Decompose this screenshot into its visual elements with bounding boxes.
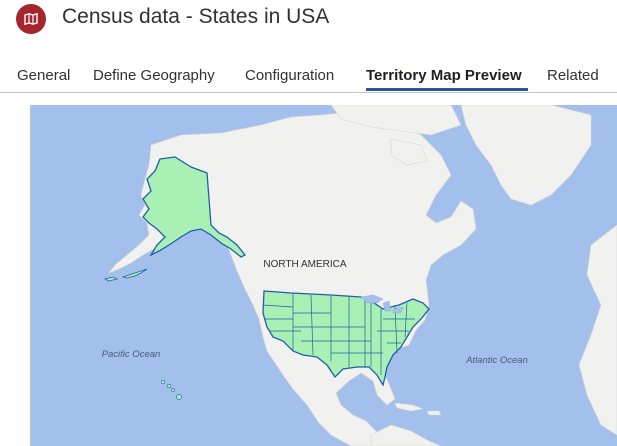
label-pacific-ocean: Pacific Ocean [102, 349, 161, 360]
tab-configuration[interactable]: Configuration [245, 67, 334, 84]
page-header: Census data - States in USA [0, 0, 617, 40]
tab-related[interactable]: Related [547, 67, 599, 84]
tab-bar: General Define Geography Configuration T… [0, 62, 617, 93]
map-frame: NORTH AMERICA Pacific Ocean Atlantic Oce… [17, 105, 617, 446]
tab-general[interactable]: General [17, 67, 70, 84]
label-atlantic-ocean: Atlantic Ocean [465, 355, 528, 366]
frame-left-gutter [17, 105, 31, 446]
page-title: Census data - States in USA [62, 5, 330, 28]
tab-territory-map-preview[interactable]: Territory Map Preview [366, 67, 522, 84]
map-icon [16, 4, 46, 34]
tab-define-geography[interactable]: Define Geography [93, 67, 215, 84]
label-north-america: NORTH AMERICA [263, 259, 346, 270]
territory-map[interactable]: NORTH AMERICA Pacific Ocean Atlantic Oce… [31, 105, 617, 446]
active-tab-indicator [366, 88, 528, 91]
